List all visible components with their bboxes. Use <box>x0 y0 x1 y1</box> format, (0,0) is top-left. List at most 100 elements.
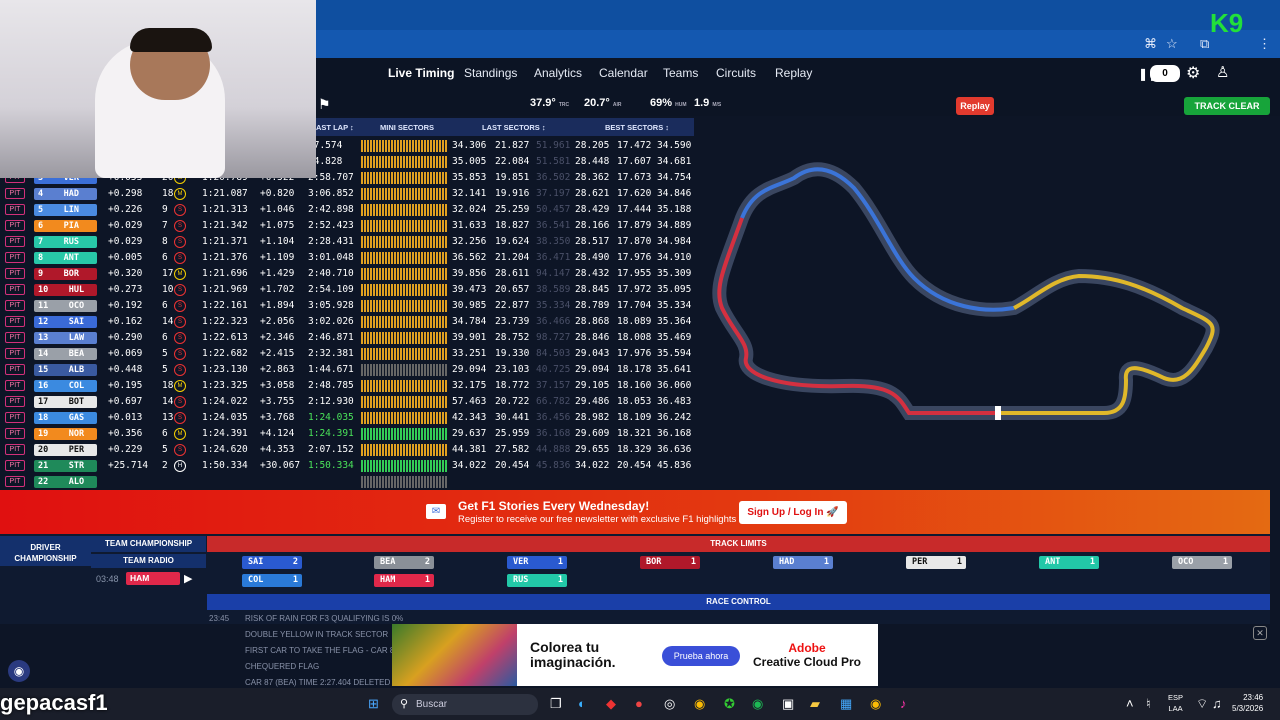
last-sector-3: 51.961 <box>536 140 571 151</box>
star-icon[interactable]: ☆ <box>1166 36 1178 52</box>
signup-button[interactable]: Sign Up / Log In 🚀 <box>739 501 847 524</box>
laps: 18 <box>162 188 174 199</box>
tyre-compound-icon: S <box>174 252 186 264</box>
best-sector-3: 35.188 <box>657 204 692 215</box>
replay-button[interactable]: Replay <box>956 97 994 115</box>
table-row[interactable]: PIT 13 LAW +0.290 6 S 1:22.613 +2.346 2:46.871 3… <box>0 330 694 346</box>
table-row[interactable]: PIT 8 ANT +0.005 6 S 1:21.376 +1.109 3:01.048 36… <box>0 250 694 266</box>
driver-badge[interactable]: 12 SAI <box>34 316 97 328</box>
gear-icon[interactable]: ⚙ <box>1186 63 1200 83</box>
chrome-icon[interactable]: ◉ <box>694 696 705 712</box>
xbox-icon[interactable]: ✪ <box>724 696 735 712</box>
tab-calendar[interactable]: Calendar <box>599 66 648 80</box>
last-sector-3: 35.334 <box>536 300 571 311</box>
edge-icon[interactable]: ◐ <box>578 696 586 711</box>
mic-icon[interactable]: ♮ <box>1146 696 1151 712</box>
extensions-icon[interactable]: ⧉ <box>1200 36 1209 52</box>
last-lap: 2:40.710 <box>308 268 354 279</box>
table-row[interactable]: PIT 9 BOR +0.320 17 M 1:21.696 +1.429 2:40.710 3… <box>0 266 694 282</box>
table-row[interactable]: PIT 16 COL +0.195 18 M 1:23.325 +3.058 2:48.785… <box>0 378 694 394</box>
taskbar-search[interactable]: Buscar <box>392 694 538 715</box>
app-icon-badge[interactable]: ● <box>635 696 643 711</box>
tab-team-championship[interactable]: TEAM CHAMPIONSHIP <box>91 536 206 552</box>
table-row[interactable]: PIT 4 HAD +0.298 18 M 1:21.087 +0.820 3:06.852 3… <box>0 186 694 202</box>
table-row[interactable]: PIT 18 GAS +0.013 13 S 1:24.035 +3.768 1:24.035… <box>0 410 694 426</box>
best-sector-1: 29.105 <box>575 380 610 391</box>
driver-badge[interactable]: 6 PIA <box>34 220 97 232</box>
table-row[interactable]: PIT 20 PER +0.229 5 S 1:24.620 +4.353 2:07.152 4… <box>0 442 694 458</box>
driver-badge[interactable]: 18 GAS <box>34 412 97 424</box>
driver-badge[interactable]: 10 HUL <box>34 284 97 296</box>
tab-circuits[interactable]: Circuits <box>716 66 756 80</box>
tab-replay[interactable]: Replay <box>775 66 812 80</box>
screen: ⌘ ☆ ⧉ ⋮ Live Timing Standings Analytics … <box>0 0 1280 720</box>
tab-standings[interactable]: Standings <box>464 66 517 80</box>
capcut-icon[interactable]: ▣ <box>782 696 794 712</box>
driver-badge[interactable]: 5 LIN <box>34 204 97 216</box>
driver-badge[interactable]: 11 OCO <box>34 300 97 312</box>
tab-driver-championship[interactable]: DRIVER CHAMPIONSHIP <box>0 536 91 566</box>
driver-badge[interactable]: 8 ANT <box>34 252 97 264</box>
language-indicator[interactable]: ESP LAA <box>1168 692 1183 714</box>
spotify-icon[interactable]: ◉ <box>752 696 763 712</box>
header-last-sectors[interactable]: LAST SECTORS ↕ <box>482 123 546 132</box>
table-row[interactable]: PIT 12 SAI +0.162 14 S 1:22.323 +2.056 3:02.026… <box>0 314 694 330</box>
last-sector-2: 21.204 <box>495 252 530 263</box>
chrome-profile-icon[interactable]: ◉ <box>870 696 881 712</box>
chevron-up-icon[interactable]: ˄ <box>1126 696 1134 711</box>
table-row[interactable]: PIT 22 ALO <box>0 474 694 490</box>
driver-badge[interactable]: 13 LAW <box>34 332 97 344</box>
tab-teams[interactable]: Teams <box>663 66 698 80</box>
adobe-ad[interactable]: Colorea tu imaginación. Prueba ahora Ado… <box>392 624 878 686</box>
store-icon[interactable]: ▦ <box>840 696 852 712</box>
driver-badge[interactable]: 20 PER <box>34 444 97 456</box>
folder-icon[interactable]: ▰ <box>810 696 820 712</box>
driver-badge[interactable]: 19 NOR <box>34 428 97 440</box>
mini-sectors <box>361 364 447 376</box>
tiktok-icon[interactable]: ♪ <box>900 696 907 711</box>
cookie-icon[interactable]: ◉ <box>8 660 30 682</box>
menu-icon[interactable]: ⋮ <box>1258 36 1271 52</box>
driver-badge[interactable]: 9 BOR <box>34 268 97 280</box>
search-icon: ⚲ <box>400 698 409 710</box>
ad-cta-button[interactable]: Prueba ahora <box>662 646 740 666</box>
table-row[interactable]: PIT 10 HUL +0.273 10 S 1:21.969 +1.702 2:54.109… <box>0 282 694 298</box>
task-view-icon[interactable]: ❐ <box>550 696 562 712</box>
driver-badge[interactable]: 21 STR <box>34 460 97 472</box>
driver-badge[interactable]: 4 HAD <box>34 188 97 200</box>
pit-badge: PIT <box>5 204 25 215</box>
driver-badge[interactable]: 22 ALO <box>34 476 97 488</box>
app-icon-red[interactable]: ◆ <box>606 696 616 712</box>
system-clock[interactable]: 23:46 5/3/2026 <box>1232 692 1263 714</box>
volume-icon[interactable]: ♫ <box>1212 696 1222 711</box>
table-row[interactable]: PIT 21 STR +25.714 2 H 1:50.334 +30.067 1:50.33… <box>0 458 694 474</box>
driver-badge[interactable]: 16 COL <box>34 380 97 392</box>
driver-badge[interactable]: 15 ALB <box>34 364 97 376</box>
table-row[interactable]: PIT 11 OCO +0.192 6 S 1:22.161 +1.894 3:05.928 3… <box>0 298 694 314</box>
table-row[interactable]: PIT 14 BEA +0.069 5 S 1:22.682 +2.415 2:32.381 3… <box>0 346 694 362</box>
webcam-hair <box>130 28 212 52</box>
driver-badge[interactable]: 14 BEA <box>34 348 97 360</box>
table-row[interactable]: PIT 5 LIN +0.226 9 S 1:21.313 +1.046 2:42.898 32… <box>0 202 694 218</box>
driver-badge[interactable]: 17 BOT <box>34 396 97 408</box>
translate-icon[interactable]: ⌘ <box>1144 36 1157 52</box>
close-icon[interactable]: ✕ <box>1253 626 1267 640</box>
driver-badge[interactable]: 7 RUS <box>34 236 97 248</box>
play-icon[interactable]: ▶ <box>184 572 192 585</box>
table-row[interactable]: PIT 17 BOT +0.697 14 S 1:24.022 +3.755 2:12.930… <box>0 394 694 410</box>
wifi-icon[interactable]: ⌔ <box>1196 696 1208 712</box>
best-sector-2: 18.008 <box>617 332 652 343</box>
gap: +0.273 <box>108 284 143 295</box>
table-row[interactable]: PIT 15 ALB +0.448 5 S 1:23.130 +2.863 1:44.671 2… <box>0 362 694 378</box>
table-row[interactable]: PIT 19 NOR +0.356 6 M 1:24.391 +4.124 1:24.391 2… <box>0 426 694 442</box>
table-row[interactable]: PIT 7 RUS +0.029 8 S 1:21.371 +1.104 2:28.431 32… <box>0 234 694 250</box>
header-best-sectors[interactable]: BEST SECTORS ↕ <box>605 123 669 132</box>
user-icon[interactable]: ♙ <box>1216 63 1229 81</box>
table-row[interactable]: PIT 6 PIA +0.029 7 S 1:21.342 +1.075 2:52.423 31… <box>0 218 694 234</box>
tab-analytics[interactable]: Analytics <box>534 66 582 80</box>
header-last-lap[interactable]: AST LAP ↕ <box>316 123 354 132</box>
obs-icon[interactable]: ◎ <box>664 696 675 712</box>
windows-start-icon[interactable]: ⊞ <box>368 696 379 712</box>
tab-live-timing[interactable]: Live Timing <box>388 66 454 80</box>
speed-counter[interactable]: 0 <box>1150 65 1180 82</box>
